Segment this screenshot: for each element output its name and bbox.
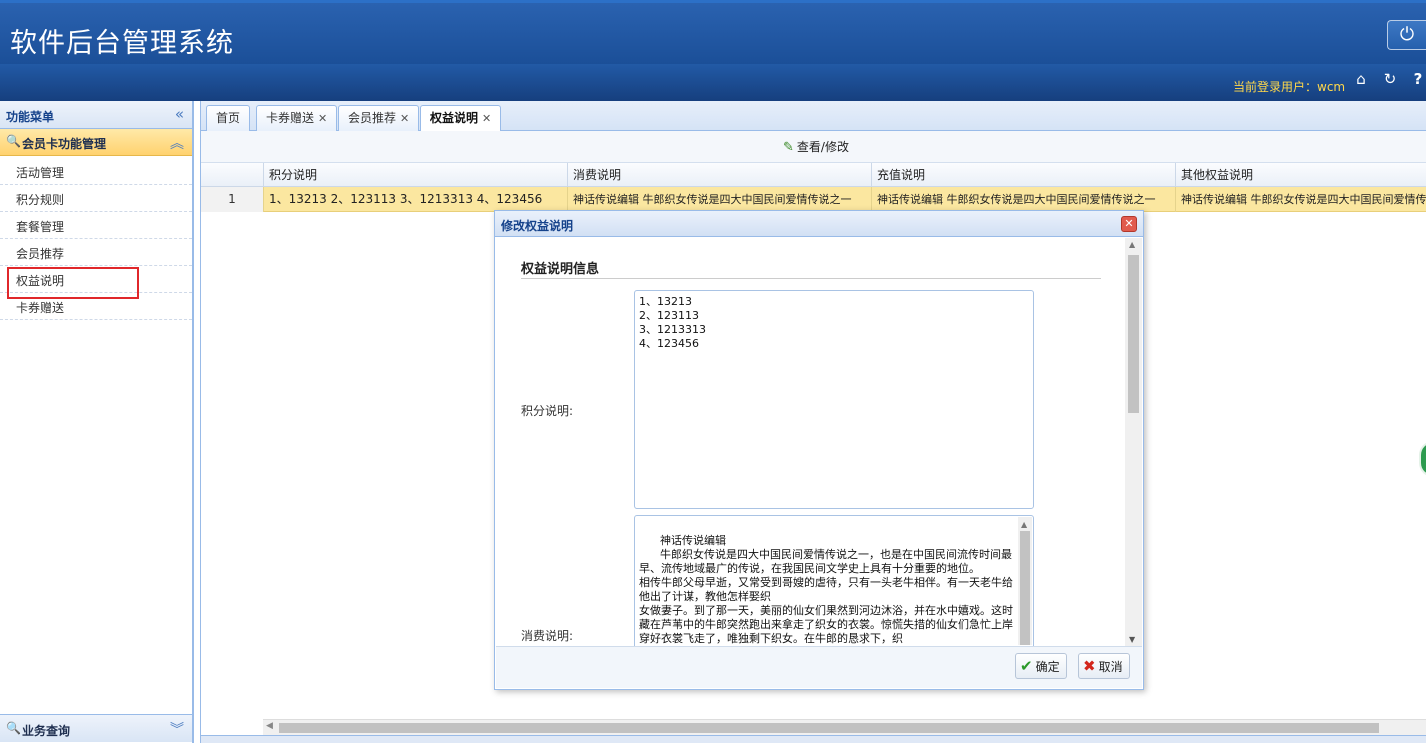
- scrollbar-thumb[interactable]: [1128, 255, 1139, 413]
- search-icon: 🔍: [6, 134, 21, 148]
- divider: [521, 278, 1101, 279]
- sidebar-item-member-referral[interactable]: 会员推荐: [0, 239, 192, 266]
- close-icon[interactable]: ✕: [482, 112, 491, 125]
- confirm-label: 确定: [1035, 660, 1060, 674]
- row-number-header: [201, 163, 263, 187]
- scroll-up-icon[interactable]: ▲: [1129, 240, 1135, 249]
- table-cell[interactable]: 神话传说编辑 牛郎织女传说是四大中国民间爱情传说之一: [567, 187, 871, 212]
- group-label: 会员卡功能管理: [22, 137, 107, 151]
- sidebar: 功能菜单 « 🔍 会员卡功能管理 ︽ 活动管理 积分规则 套餐管理 会员推荐 权…: [0, 101, 194, 743]
- consume-text: 神话传说编辑 牛郎织女传说是四大中国民间爱情传说之一，也是在中国民间流传时间最早…: [639, 534, 1013, 645]
- header-info-bar: 当前登录用户：wcm ⌂ ↻ ?: [0, 64, 1426, 101]
- group-member-card[interactable]: 🔍 会员卡功能管理 ︽: [0, 129, 192, 156]
- confirm-button[interactable]: ✔ 确定: [1015, 653, 1067, 679]
- refresh-icon[interactable]: ↻: [1381, 70, 1399, 88]
- toolbar: ✎ 查看/修改: [201, 131, 1426, 163]
- points-textarea[interactable]: 1、13213 2、123113 3、1213313 4、123456: [634, 290, 1034, 509]
- dialog-title: 修改权益说明: [501, 219, 574, 233]
- close-icon[interactable]: ✕: [318, 112, 327, 125]
- help-icon[interactable]: ?: [1409, 70, 1426, 88]
- collapse-group-icon[interactable]: ︽: [170, 133, 184, 153]
- column-header[interactable]: 消费说明: [567, 163, 871, 187]
- row-number: 1: [201, 187, 263, 212]
- column-header[interactable]: 其他权益说明: [1175, 163, 1426, 187]
- textarea-scrollbar[interactable]: ▲: [1018, 517, 1032, 645]
- scroll-up-icon[interactable]: ▲: [1021, 518, 1027, 532]
- table-cell[interactable]: 1、13213 2、123113 3、1213313 4、123456: [263, 187, 567, 212]
- dialog-header: 修改权益说明 ✕: [495, 211, 1143, 237]
- column-header[interactable]: 积分说明: [263, 163, 567, 187]
- expand-group-icon[interactable]: ︾: [170, 719, 184, 739]
- table-cell[interactable]: 神话传说编辑 牛郎织女传说是四大中国民间爱情传说之一: [871, 187, 1175, 212]
- close-icon[interactable]: ✕: [1121, 216, 1137, 232]
- table-cell[interactable]: 神话传说编辑 牛郎织女传说是四大中国民间爱情传说之一: [1175, 187, 1426, 212]
- scroll-left-icon[interactable]: ◀: [266, 721, 273, 731]
- collapse-sidebar-icon[interactable]: «: [175, 105, 184, 123]
- bottom-strip: [201, 735, 1426, 743]
- tab-label: 卡券赠送: [266, 111, 315, 125]
- tab-member-referral[interactable]: 会员推荐 ✕: [338, 105, 420, 131]
- header-top-bar: 软件后台管理系统 ⏻: [0, 0, 1426, 64]
- table-row[interactable]: 1 1、13213 2、123113 3、1213313 4、123456 神话…: [201, 187, 1426, 212]
- consume-label: 消费说明:: [521, 629, 574, 643]
- sidebar-title: 功能菜单: [6, 110, 55, 124]
- power-icon[interactable]: ⏻: [1387, 20, 1426, 50]
- sidebar-item-activity[interactable]: 活动管理: [0, 158, 192, 185]
- sidebar-item-packages[interactable]: 套餐管理: [0, 212, 192, 239]
- tab-bar: 首页 卡券赠送 ✕ 会员推荐 ✕ 权益说明 ✕: [201, 101, 1426, 132]
- grid-header: 积分说明 消费说明 充值说明 其他权益说明: [201, 163, 1426, 187]
- points-label: 积分说明:: [521, 404, 574, 418]
- sidebar-header: 功能菜单 «: [0, 101, 192, 129]
- app-header: 软件后台管理系统 ⏻ 当前登录用户：wcm ⌂ ↻ ?: [0, 0, 1426, 101]
- tab-benefits[interactable]: 权益说明 ✕: [420, 105, 502, 132]
- close-icon[interactable]: ✕: [400, 112, 409, 125]
- highlight-box: [7, 267, 139, 299]
- current-user-label: 当前登录用户：wcm: [1233, 80, 1346, 94]
- tab-label: 首页: [216, 111, 241, 125]
- sidebar-item-points-rules[interactable]: 积分规则: [0, 185, 192, 212]
- cancel-label: 取消: [1098, 660, 1123, 674]
- home-icon[interactable]: ⌂: [1352, 70, 1370, 88]
- group-business-query[interactable]: 🔍 业务查询 ︾: [0, 714, 192, 742]
- pencil-icon: ✎: [783, 140, 794, 155]
- tab-coupon-gift[interactable]: 卡券赠送 ✕: [256, 105, 338, 131]
- check-icon: ✔: [1020, 657, 1033, 675]
- dialog-scrollbar[interactable]: ▲ ▼: [1125, 238, 1142, 646]
- edit-label: 查看/修改: [796, 140, 849, 154]
- app-title: 软件后台管理系统: [10, 28, 234, 59]
- dialog-body: 权益说明信息 积分说明: 1、13213 2、123113 3、1213313 …: [496, 238, 1142, 646]
- cancel-button[interactable]: ✖ 取消: [1078, 653, 1130, 679]
- search-icon: 🔍: [6, 721, 21, 735]
- scrollbar-thumb[interactable]: [1020, 531, 1030, 645]
- consume-textarea[interactable]: 神话传说编辑 牛郎织女传说是四大中国民间爱情传说之一，也是在中国民间流传时间最早…: [634, 515, 1034, 646]
- section-title: 权益说明信息: [521, 262, 600, 277]
- tab-home[interactable]: 首页: [206, 105, 251, 131]
- scrollbar-thumb[interactable]: [279, 723, 1379, 733]
- dialog-footer: ✔ 确定 ✖ 取消: [496, 646, 1142, 688]
- edit-benefits-dialog: 修改权益说明 ✕ 权益说明信息 积分说明: 1、13213 2、123113 3…: [494, 210, 1144, 690]
- tab-label: 会员推荐: [348, 111, 397, 125]
- group-label: 业务查询: [22, 724, 71, 738]
- scroll-down-icon[interactable]: ▼: [1129, 635, 1135, 644]
- tab-label: 权益说明: [430, 111, 479, 125]
- horizontal-scrollbar[interactable]: ◀: [263, 719, 1426, 735]
- cross-icon: ✖: [1083, 657, 1096, 675]
- edit-button[interactable]: ✎ 查看/修改: [783, 138, 849, 155]
- column-header[interactable]: 充值说明: [871, 163, 1175, 187]
